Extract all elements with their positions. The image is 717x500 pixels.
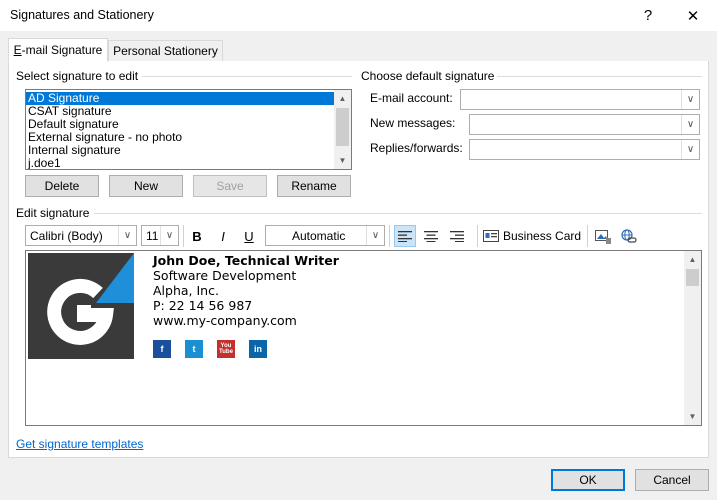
group-rule bbox=[94, 213, 702, 214]
font-value: Calibri (Body) bbox=[30, 229, 103, 243]
toolbar-separator bbox=[477, 225, 478, 247]
scroll-thumb[interactable] bbox=[336, 108, 349, 146]
close-icon[interactable]: ✕ bbox=[671, 0, 715, 31]
signature-name: John Doe, Technical Writer bbox=[153, 253, 339, 268]
group-rule bbox=[497, 76, 702, 77]
insert-picture-button[interactable] bbox=[592, 225, 614, 247]
scroll-up-icon[interactable]: ▲ bbox=[334, 90, 351, 107]
tab-label: E-mail Signature bbox=[13, 43, 103, 57]
picture-icon bbox=[595, 229, 611, 244]
signature-editor[interactable]: John Doe, Technical Writer Software Deve… bbox=[25, 250, 702, 426]
hyperlink-icon bbox=[621, 228, 637, 243]
chevron-down-icon: ∨ bbox=[160, 226, 178, 245]
align-right-button[interactable] bbox=[446, 225, 468, 247]
underline-button[interactable]: U bbox=[238, 225, 260, 247]
get-templates-link[interactable]: Get signature templates bbox=[16, 437, 143, 451]
align-right-icon bbox=[450, 231, 464, 242]
email-account-select[interactable]: ∨ bbox=[460, 89, 700, 110]
list-item[interactable]: Internal signature bbox=[26, 144, 334, 157]
align-left-icon bbox=[398, 231, 412, 242]
new-button[interactable]: New bbox=[109, 175, 183, 197]
bold-button[interactable]: B bbox=[186, 225, 208, 247]
business-card-icon bbox=[483, 230, 499, 242]
scroll-down-icon[interactable]: ▼ bbox=[334, 152, 351, 169]
new-messages-select[interactable]: ∨ bbox=[469, 114, 700, 135]
twitter-icon: t bbox=[185, 340, 203, 358]
window-title: Signatures and Stationery bbox=[10, 8, 154, 22]
tab-personal-stationery[interactable]: Personal Stationery bbox=[108, 40, 223, 62]
list-item[interactable]: j.doe1 bbox=[26, 157, 334, 170]
toolbar-separator bbox=[587, 225, 588, 247]
tab-email-signature[interactable]: E-mail Signature bbox=[8, 38, 108, 62]
toolbar-separator bbox=[389, 225, 390, 247]
select-signature-label: Select signature to edit bbox=[16, 69, 143, 83]
scroll-up-icon[interactable]: ▲ bbox=[684, 251, 701, 268]
group-rule bbox=[142, 76, 352, 77]
editor-scrollbar[interactable]: ▲ ▼ bbox=[684, 251, 701, 425]
chevron-down-icon: ∨ bbox=[681, 90, 699, 109]
signature-list[interactable]: AD Signature CSAT signature Default sign… bbox=[25, 89, 352, 170]
replies-forwards-label: Replies/forwards: bbox=[370, 141, 463, 155]
business-card-label: Business Card bbox=[503, 229, 582, 243]
facebook-icon: f bbox=[153, 340, 171, 358]
new-messages-label: New messages: bbox=[370, 116, 456, 130]
ok-button[interactable]: OK bbox=[551, 469, 625, 491]
youtube-icon: You Tube bbox=[217, 340, 235, 358]
cancel-button[interactable]: Cancel bbox=[635, 469, 709, 491]
insert-link-button[interactable] bbox=[618, 225, 640, 247]
help-button[interactable]: ? bbox=[626, 0, 670, 31]
font-color-value: Automatic bbox=[292, 229, 346, 243]
scroll-down-icon[interactable]: ▼ bbox=[684, 408, 701, 425]
scroll-thumb[interactable] bbox=[686, 269, 699, 286]
signature-list-items: AD Signature CSAT signature Default sign… bbox=[26, 92, 334, 170]
business-card-button[interactable]: Business Card bbox=[483, 225, 583, 247]
chevron-down-icon: ∨ bbox=[118, 226, 136, 245]
chevron-down-icon: ∨ bbox=[681, 140, 699, 159]
font-select[interactable]: Calibri (Body) ∨ bbox=[25, 225, 137, 246]
font-size-select[interactable]: 11 ∨ bbox=[141, 225, 179, 246]
save-button[interactable]: Save bbox=[193, 175, 267, 197]
signature-phone: P: 22 14 56 987 bbox=[153, 298, 253, 313]
tab-label: Personal Stationery bbox=[113, 44, 218, 58]
default-signature-label: Choose default signature bbox=[361, 69, 499, 83]
replies-forwards-select[interactable]: ∨ bbox=[469, 139, 700, 160]
font-size-value: 11 bbox=[146, 229, 159, 243]
signature-company: Alpha, Inc. bbox=[153, 283, 219, 298]
chevron-down-icon: ∨ bbox=[681, 115, 699, 134]
toolbar-separator bbox=[183, 225, 184, 247]
align-center-button[interactable] bbox=[420, 225, 442, 247]
edit-signature-label: Edit signature bbox=[16, 206, 94, 220]
company-logo bbox=[28, 253, 134, 359]
signature-website: www.my-company.com bbox=[153, 313, 297, 328]
linkedin-icon: in bbox=[249, 340, 267, 358]
signature-text: John Doe, Technical Writer Software Deve… bbox=[153, 253, 339, 328]
delete-button[interactable]: Delete bbox=[25, 175, 99, 197]
font-color-select[interactable]: Automatic ∨ bbox=[265, 225, 385, 246]
italic-button[interactable]: I bbox=[212, 225, 234, 247]
align-center-icon bbox=[424, 231, 438, 242]
list-scrollbar[interactable]: ▲ ▼ bbox=[334, 90, 351, 169]
email-account-label: E-mail account: bbox=[370, 91, 453, 105]
chevron-down-icon: ∨ bbox=[366, 226, 384, 245]
rename-button[interactable]: Rename bbox=[277, 175, 351, 197]
signature-department: Software Development bbox=[153, 268, 297, 283]
align-left-button[interactable] bbox=[394, 225, 416, 247]
